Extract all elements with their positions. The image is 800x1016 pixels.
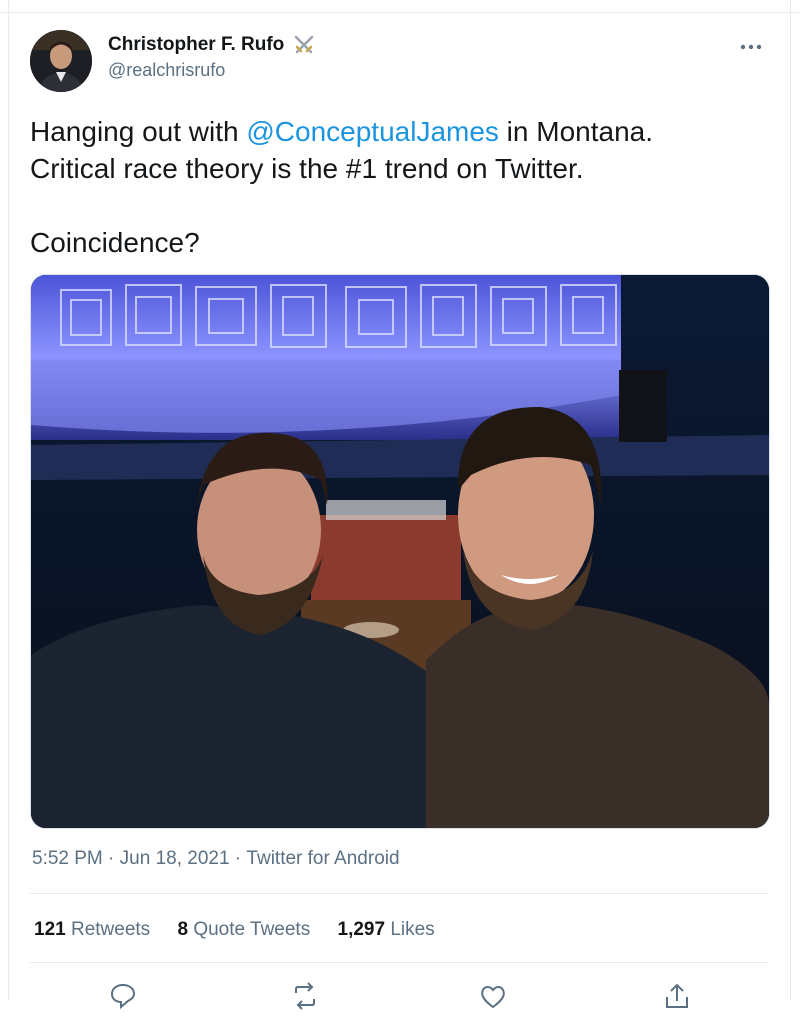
quote-tweets-label: Quote Tweets: [193, 919, 311, 940]
likes-label: Likes: [390, 919, 435, 940]
tweet-photo[interactable]: [30, 274, 770, 829]
meta-separator: ·: [102, 848, 120, 869]
card-edge-right: [790, 0, 791, 1000]
tweet-stats: 121 Retweets 8 Quote Tweets 1,297 Likes: [34, 919, 457, 941]
crossed-swords-icon: [293, 34, 315, 56]
reply-icon[interactable]: [108, 981, 138, 1011]
quote-tweets-stat[interactable]: 8 Quote Tweets: [177, 919, 310, 941]
meta-separator: ·: [229, 848, 247, 869]
share-icon[interactable]: [662, 981, 692, 1011]
divider: [30, 962, 768, 963]
more-options-icon[interactable]: [736, 38, 766, 58]
tweet-meta: 5:52 PM · Jun 18, 2021 · Twitter for And…: [32, 848, 400, 870]
tweet-text: Hanging out with @ConceptualJames in Mon…: [30, 113, 770, 261]
tweet-actions: [0, 975, 800, 1010]
retweets-count: 121: [34, 919, 66, 940]
author-handle[interactable]: @realchrisrufo: [108, 60, 315, 81]
card-edge-left: [8, 0, 9, 1000]
tweet-time[interactable]: 5:52 PM: [32, 848, 103, 870]
avatar[interactable]: [30, 30, 92, 92]
selfie-photo: [31, 275, 769, 828]
avatar-photo: [30, 30, 92, 92]
tweet-header: Christopher F. Rufo @realchrisrufo: [30, 30, 770, 94]
tweet-line-3: Coincidence?: [30, 227, 200, 258]
retweets-label: Retweets: [70, 919, 151, 940]
retweets-stat[interactable]: 121 Retweets: [34, 919, 150, 941]
likes-count: 1,297: [337, 919, 386, 940]
top-border: [0, 0, 800, 13]
tweet-line-1-suffix: in Montana.: [498, 116, 654, 147]
divider: [30, 893, 768, 894]
likes-stat[interactable]: 1,297 Likes: [338, 919, 435, 941]
tweet-line-1-prefix: Hanging out with: [30, 116, 247, 147]
quote-tweets-count: 8: [177, 919, 189, 940]
retweet-icon[interactable]: [290, 981, 320, 1011]
mention-link[interactable]: @ConceptualJames: [246, 116, 499, 147]
tweet-date[interactable]: Jun 18, 2021: [120, 848, 230, 870]
like-icon[interactable]: [478, 981, 508, 1011]
tweet-line-2: Critical race theory is the #1 trend on …: [30, 153, 584, 184]
author-display-name[interactable]: Christopher F. Rufo: [108, 34, 284, 56]
tweet-source[interactable]: Twitter for Android: [246, 848, 399, 870]
author-info: Christopher F. Rufo @realchrisrufo: [108, 34, 315, 81]
tweet-line-1: Hanging out with @ConceptualJames in Mon…: [30, 113, 770, 150]
